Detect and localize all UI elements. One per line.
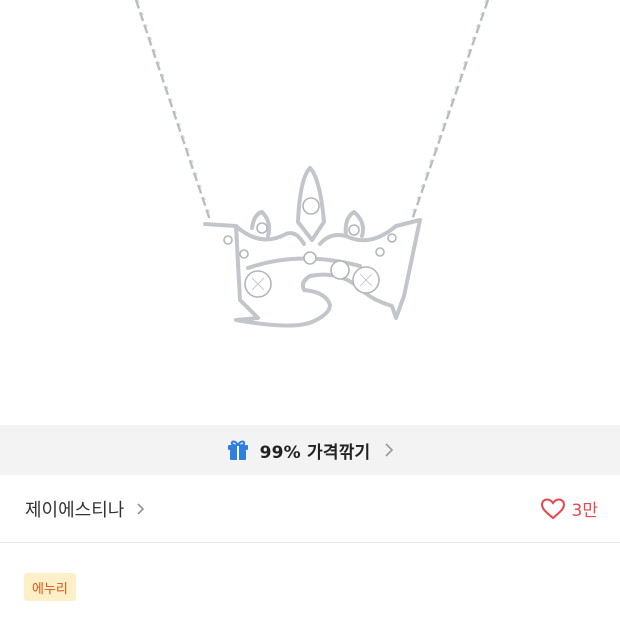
heart-outline-icon <box>540 497 565 519</box>
seller-name: 제이에스티나 <box>25 499 125 521</box>
price-cut-label: 99% 가격깎기 <box>259 442 371 463</box>
gift-icon <box>227 440 248 460</box>
chevron-right-icon <box>137 502 145 515</box>
seller-row: 제이에스티나 3만 <box>0 475 620 543</box>
discount-badge: 에누리 <box>24 573 76 601</box>
product-title-cutoff <box>25 609 605 620</box>
like-count: 3만 <box>571 501 598 521</box>
crown-necklace-image <box>134 0 490 328</box>
product-title-partial <box>25 609 605 620</box>
like-button[interactable]: 3만 <box>540 496 598 521</box>
product-image[interactable] <box>0 0 620 425</box>
seller-store-link[interactable]: 제이에스티나 <box>25 496 145 522</box>
price-cut-banner[interactable]: 99% 가격깎기 <box>0 425 620 475</box>
chevron-right-icon <box>385 443 394 457</box>
